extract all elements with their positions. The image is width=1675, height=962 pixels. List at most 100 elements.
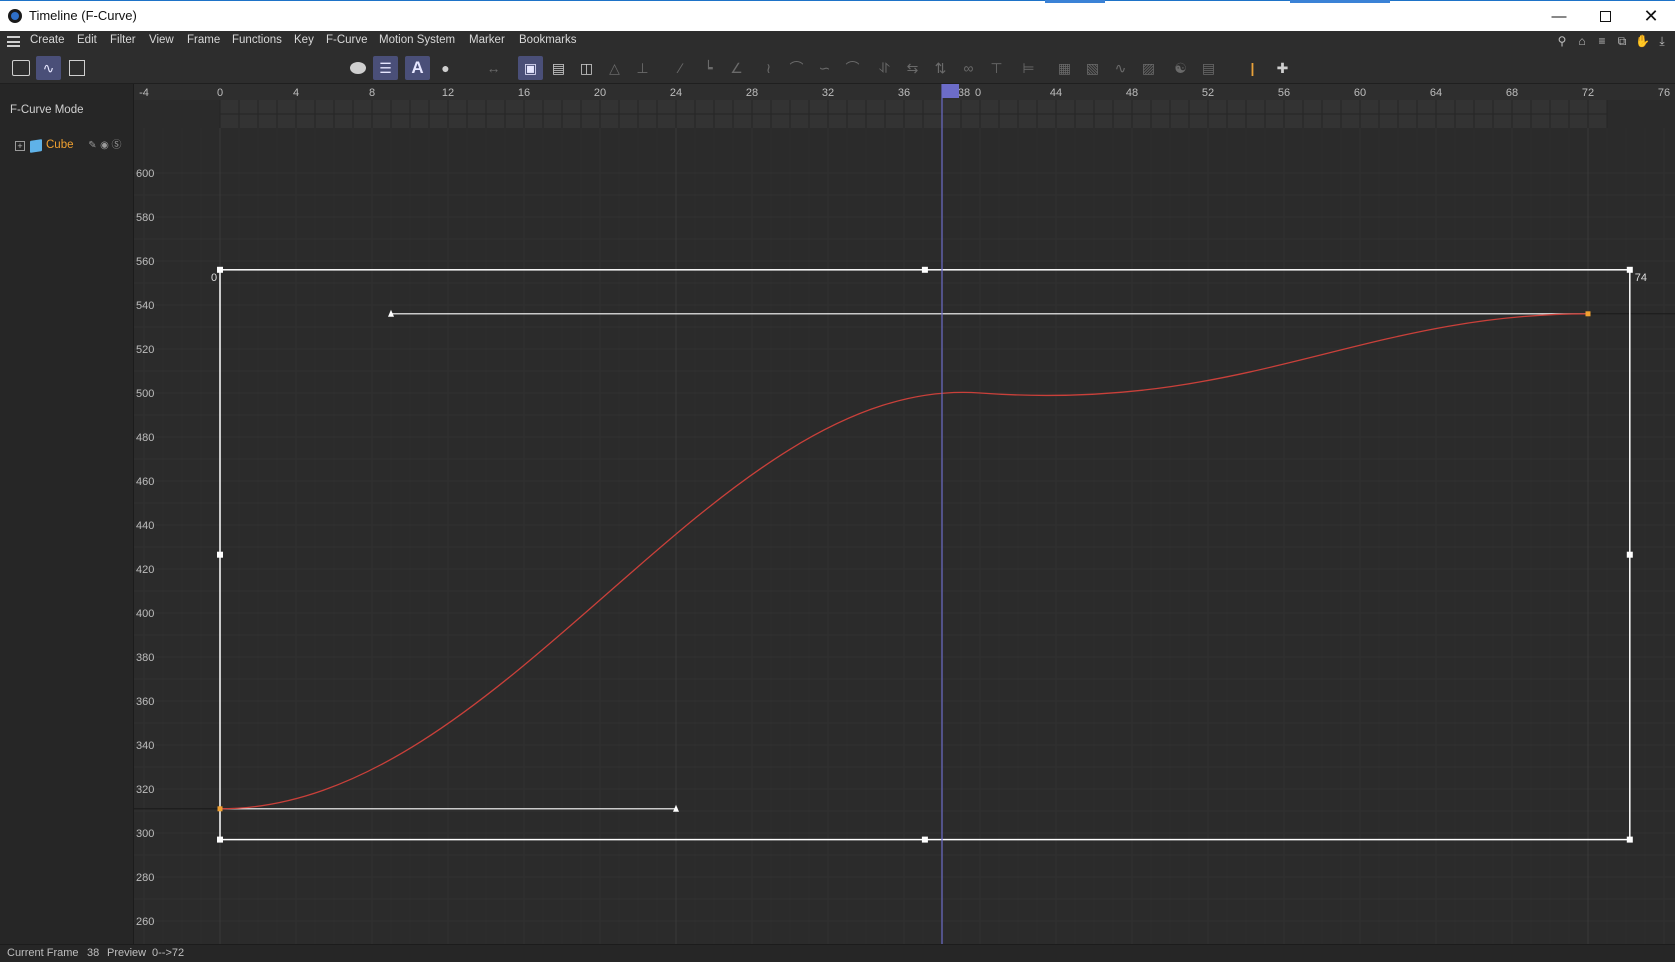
selection-handle[interactable] [1626, 551, 1633, 558]
selection-handle[interactable] [921, 836, 928, 843]
key-zero-icon: ☯ [1174, 59, 1187, 76]
key-spline-button[interactable]: ⊥ [630, 56, 655, 80]
auto-tangent-button[interactable]: ⊨ [1016, 56, 1041, 80]
menu-item-key[interactable]: Key [294, 34, 314, 46]
minimize-icon: — [1551, 8, 1567, 25]
value-axis-label: 560 [136, 256, 154, 268]
link-tangent-button[interactable]: ∞ [956, 56, 981, 80]
menu-item-f-curve[interactable]: F-Curve [326, 34, 368, 46]
expand-toggle-icon[interactable]: + [15, 141, 25, 151]
move-keys-button[interactable]: ↔ [481, 56, 506, 80]
ruler-label: 56 [1278, 87, 1290, 99]
search-icon[interactable]: ⚲ [1555, 34, 1569, 48]
selection-handle[interactable] [217, 551, 223, 558]
ruler-label: 76 [1658, 87, 1670, 99]
selection-handle[interactable] [217, 266, 223, 273]
object-panel: F-Curve Mode + Cube ✎ ◉ Ⓢ [0, 84, 134, 944]
person-icon: ● [441, 60, 450, 76]
frame-all-button[interactable]: ▣ [518, 56, 543, 80]
value-axis-label: 460 [136, 476, 154, 488]
selection-handle[interactable] [1626, 266, 1633, 273]
break-tangent-button[interactable]: ∠ [724, 56, 749, 80]
ruler-label: 60 [1354, 87, 1366, 99]
menu-item-marker[interactable]: Marker [469, 34, 505, 46]
dope-sheet-mode-button[interactable] [8, 56, 33, 80]
ease-out-button[interactable]: ∽ [812, 56, 837, 80]
keyframe-point[interactable] [1585, 311, 1591, 317]
clamp-button[interactable]: ⊤ [984, 56, 1009, 80]
key-normalize-button[interactable]: ▨ [1136, 56, 1161, 80]
filter-icon[interactable]: ≡ [1595, 34, 1609, 48]
menu-item-edit[interactable]: Edit [77, 34, 97, 46]
ruler-label: 24 [670, 87, 682, 99]
zero-length-button[interactable]: ⇆ [900, 56, 925, 80]
title-bar: Timeline (F-Curve) — ✕ [0, 0, 1675, 31]
step-interp-button[interactable]: ┕ [696, 56, 721, 80]
ease-in-button[interactable]: ⌒ [784, 56, 809, 80]
menu-item-bookmarks[interactable]: Bookmarks [519, 34, 577, 46]
f-curve-icon: ∿ [42, 59, 55, 76]
home-icon[interactable]: ⌂ [1575, 34, 1589, 48]
add-marker-button[interactable]: ✚ [1270, 56, 1295, 80]
motion-mode-button[interactable] [64, 56, 89, 80]
keyframe-point[interactable] [217, 806, 223, 812]
key-normalize-icon: ▨ [1141, 59, 1156, 76]
graph-canvas[interactable]: -4 0 4 8 12 16 20 24 28 32 36 38 0 44 48 52 56 60 64 68 72 76… [134, 84, 1675, 944]
linear-interp-button[interactable]: ∕ [668, 56, 693, 80]
spline-button[interactable]: ⌒ [840, 56, 865, 80]
menu-right-icons: ⚲ ⌂ ≡ ⧉ ✋ ⤓ [1555, 34, 1669, 48]
dope-sheet-icon [11, 60, 30, 76]
show-all-button[interactable] [345, 56, 370, 80]
maximize-button[interactable] [1582, 1, 1628, 32]
key-time-button[interactable]: ▤ [1196, 56, 1221, 80]
menu-item-create[interactable]: Create [30, 34, 65, 46]
solo-icon[interactable]: Ⓢ [111, 140, 122, 151]
playhead-handle[interactable] [942, 84, 959, 98]
hand-icon[interactable]: ✋ [1635, 34, 1650, 48]
hierarchy-button[interactable]: ☰ [373, 56, 398, 80]
key-smooth-button[interactable]: ∿ [1108, 56, 1133, 80]
value-axis-label: 260 [136, 916, 154, 928]
lock-tangent-button[interactable]: ⇅ [928, 56, 953, 80]
menu-item-view[interactable]: View [149, 34, 174, 46]
ruler-label: 20 [594, 87, 606, 99]
minimize-button[interactable]: — [1536, 1, 1582, 32]
ruler-label: 0 [975, 87, 981, 99]
character-button[interactable]: ● [433, 56, 458, 80]
marker-pin-icon: | [1250, 60, 1255, 76]
menu-item-functions[interactable]: Functions [232, 34, 282, 46]
marker-button[interactable]: | [1240, 56, 1265, 80]
menu-item-frame[interactable]: Frame [187, 34, 220, 46]
zero-angle-button[interactable]: ⥯ [872, 56, 897, 80]
visibility-eye-icon[interactable]: ◉ [99, 140, 110, 151]
ruler-label: 28 [746, 87, 758, 99]
frame-selected-button[interactable]: ▤ [546, 56, 571, 80]
selection-handle[interactable] [1626, 836, 1633, 843]
edit-flag-icon[interactable]: ✎ [87, 140, 98, 151]
value-axis-label: 600 [136, 168, 154, 180]
pin-icon[interactable]: ⤓ [1655, 34, 1669, 48]
menu-item-motion-system[interactable]: Motion System [379, 34, 455, 46]
animated-only-button[interactable]: A [405, 56, 430, 80]
selection-handle[interactable] [217, 836, 223, 843]
close-button[interactable]: ✕ [1628, 1, 1674, 32]
ease-button[interactable]: ≀ [756, 56, 781, 80]
auto-tangent-icon: ⊨ [1022, 59, 1035, 76]
selection-handle[interactable] [921, 266, 928, 273]
zero-length-icon: ⇆ [906, 59, 919, 76]
snap-button[interactable]: ◫ [574, 56, 599, 80]
f-curve-graph[interactable]: -4 0 4 8 12 16 20 24 28 32 36 38 0 44 48 52 56 60 64 68 72 76… [134, 84, 1675, 944]
hamburger-menu-icon[interactable] [7, 36, 20, 47]
new-window-icon[interactable]: ⧉ [1615, 34, 1629, 48]
f-curve-mode-button[interactable]: ∿ [36, 56, 61, 80]
value-axis-label: 320 [136, 784, 154, 796]
key-reduce-button[interactable]: ▦ [1052, 56, 1077, 80]
object-row-cube[interactable]: + Cube ✎ ◉ Ⓢ [0, 138, 134, 156]
menu-item-filter[interactable]: Filter [110, 34, 136, 46]
key-tangent-button[interactable]: △ [602, 56, 627, 80]
ruler-label: 4 [293, 87, 299, 99]
key-bake-button[interactable]: ▧ [1080, 56, 1105, 80]
ruler-label: 12 [442, 87, 454, 99]
key-zero-button[interactable]: ☯ [1168, 56, 1193, 80]
value-axis-label: 400 [136, 608, 154, 620]
